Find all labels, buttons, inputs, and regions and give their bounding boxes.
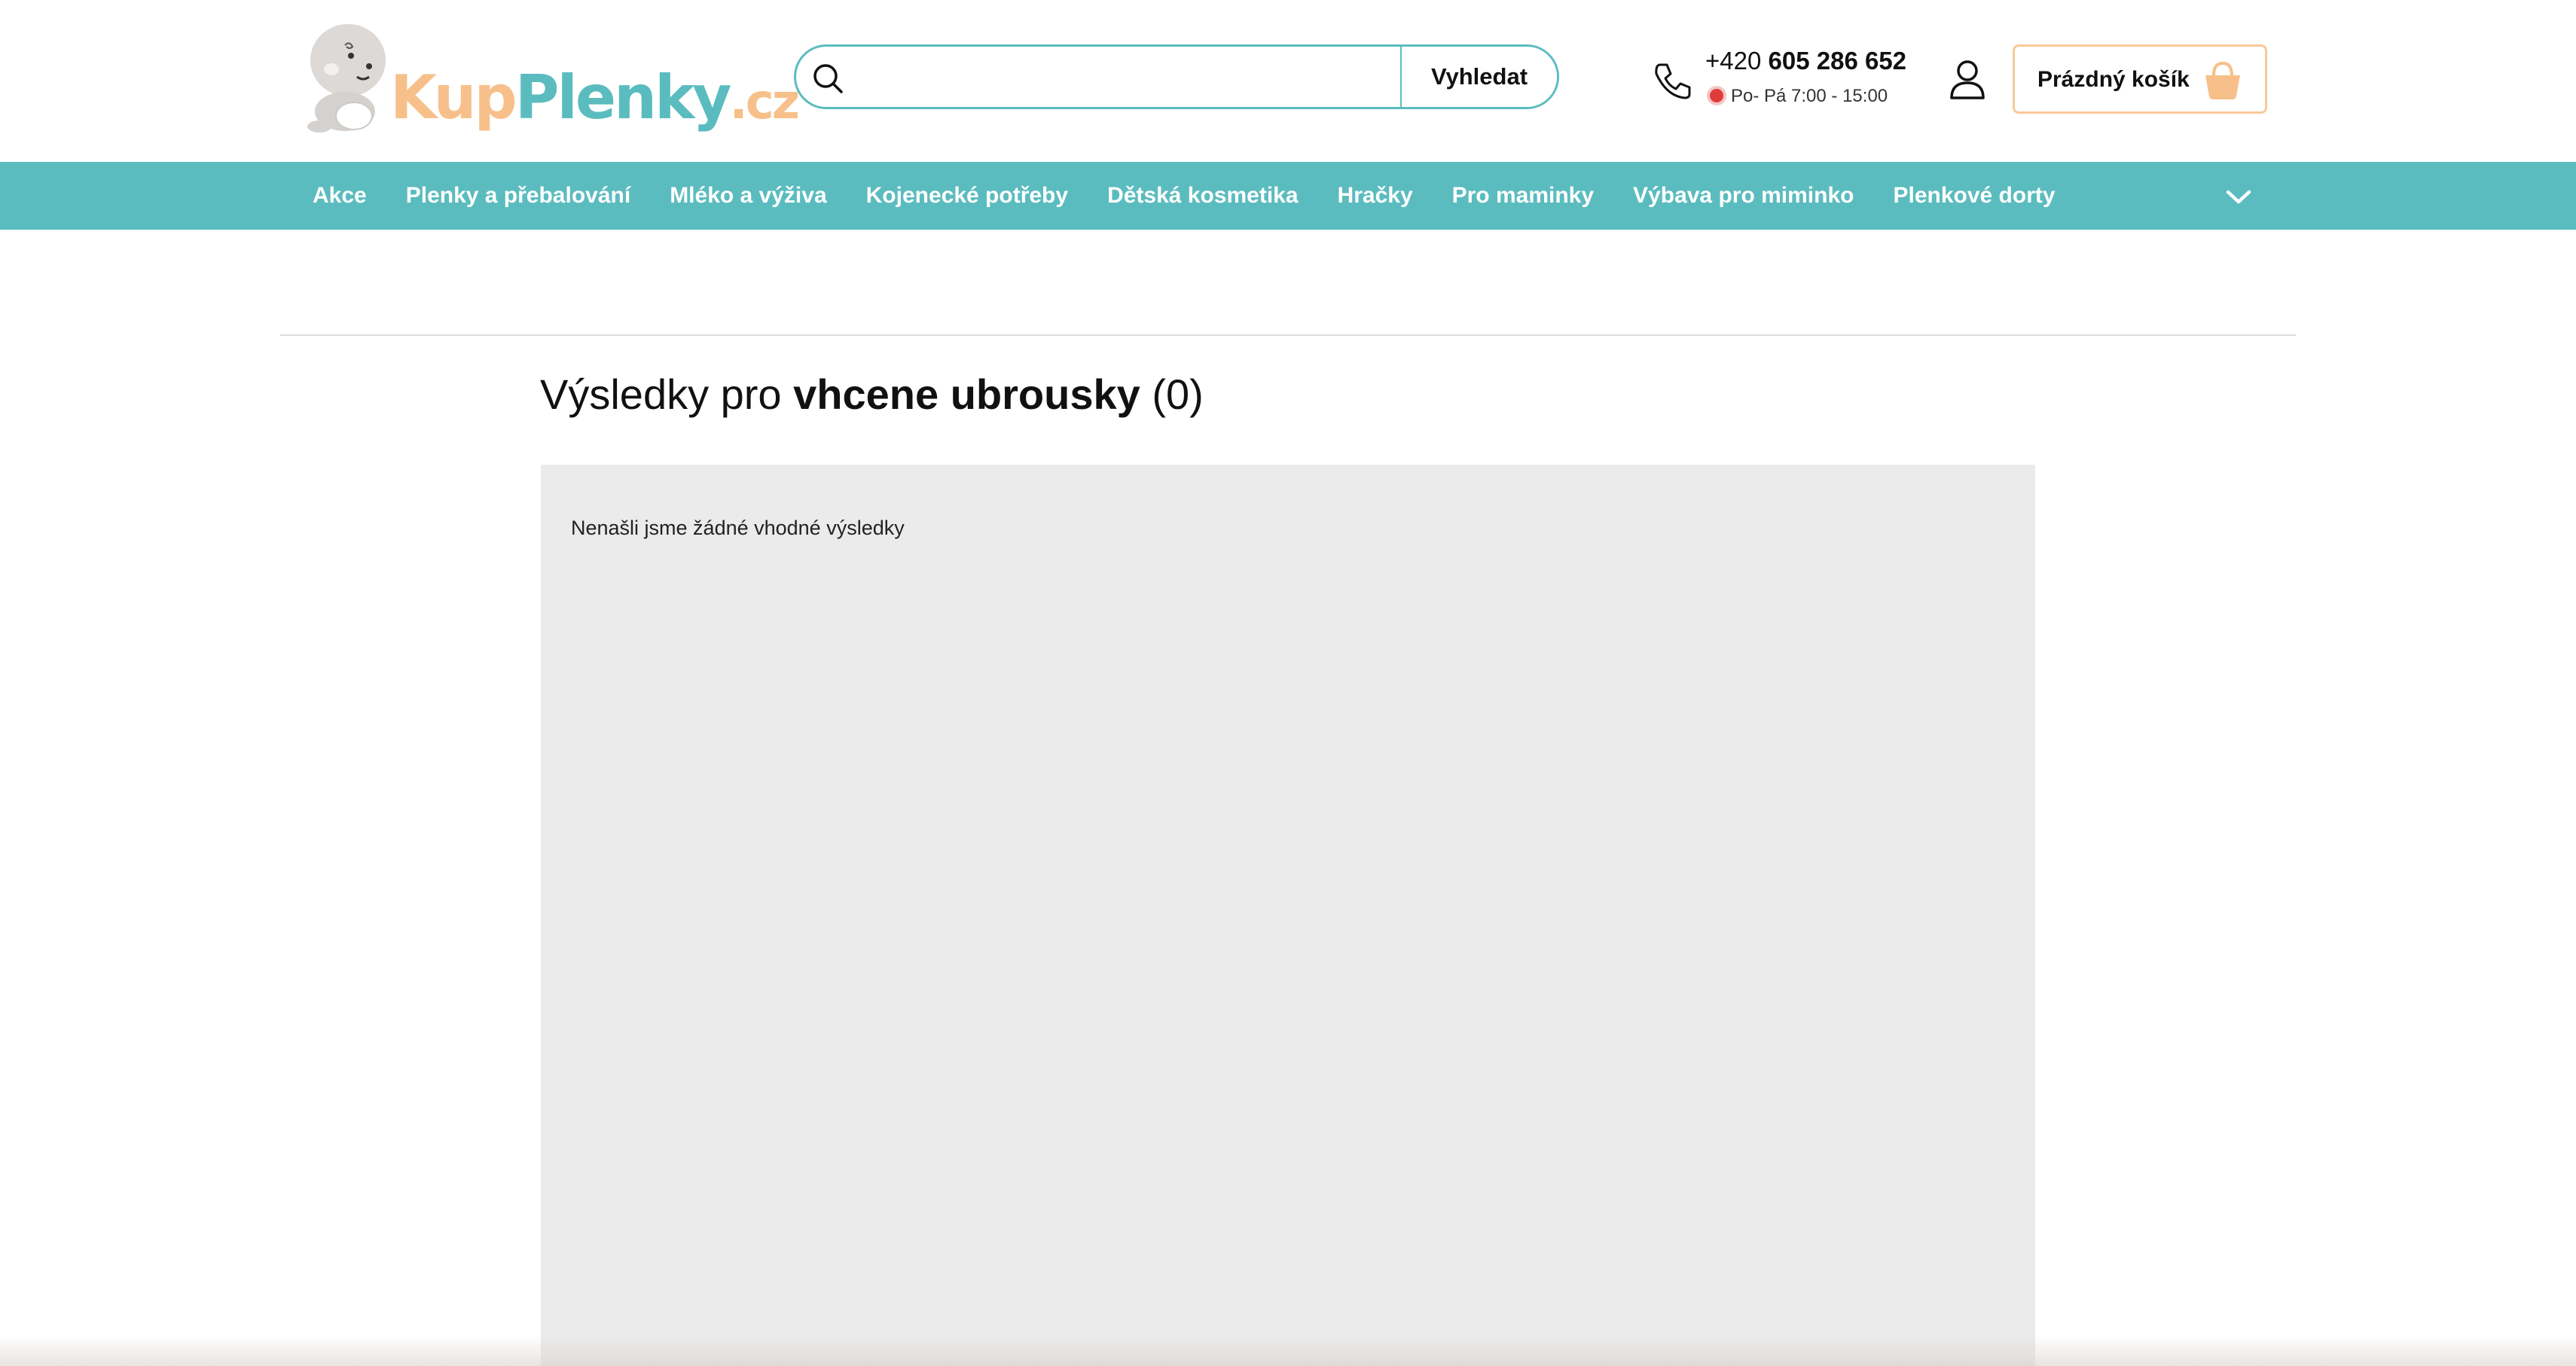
logo-plenky-text: Plenky bbox=[514, 63, 732, 133]
results-count: (0) bbox=[1152, 370, 1204, 418]
search-button[interactable]: Vyhledat bbox=[1400, 47, 1557, 107]
nav-item-plenky-a-prebalovani[interactable]: Plenky a přebalování bbox=[406, 183, 630, 209]
status-indicator bbox=[1710, 88, 1723, 102]
search-form: Vyhledat bbox=[794, 44, 1559, 109]
search-icon bbox=[813, 64, 843, 93]
phone-number[interactable]: +420 605 286 652 bbox=[1705, 48, 1906, 73]
nav-item-akce[interactable]: Akce bbox=[313, 183, 367, 209]
phone-digits: 605 286 652 bbox=[1768, 47, 1907, 75]
nav-item-kojenecke-potreby[interactable]: Kojenecké potřeby bbox=[866, 183, 1068, 209]
content-divider bbox=[280, 334, 2296, 336]
nav-item-pro-maminky[interactable]: Pro maminky bbox=[1452, 183, 1594, 209]
phone-icon bbox=[1655, 63, 1691, 99]
opening-hours-text: Po- Pá 7:00 - 15:00 bbox=[1731, 86, 1888, 106]
shopping-basket-icon bbox=[2205, 61, 2240, 99]
nav-item-plenkove-dorty[interactable]: Plenkové dorty bbox=[1893, 183, 2055, 209]
cart-label: Prázdný košík bbox=[2037, 67, 2190, 92]
bottom-edge-shadow bbox=[0, 1336, 2576, 1366]
baby-logo-icon bbox=[307, 24, 386, 133]
nav-item-mleko-a-vyziva[interactable]: Mléko a výživa bbox=[670, 183, 826, 209]
logo-wordmark: KupPlenky.cz bbox=[390, 68, 800, 130]
nav-item-hracky[interactable]: Hračky bbox=[1338, 183, 1413, 209]
no-results-message: Nenašli jsme žádné vhodné výsledky bbox=[571, 517, 905, 539]
user-icon[interactable] bbox=[1946, 57, 1988, 102]
cart-button[interactable]: Prázdný košík bbox=[2013, 44, 2267, 114]
site-header: KupPlenky.cz Vyhledat +420 605 286 652 P… bbox=[0, 0, 2576, 162]
nav-item-vybava-pro-miminko[interactable]: Výbava pro miminko bbox=[1633, 183, 1854, 209]
search-results-panel: Nenašli jsme žádné vhodné výsledky bbox=[541, 465, 2035, 1366]
logo-cz-text: .cz bbox=[729, 75, 799, 130]
search-results-heading: Výsledky pro vhcene ubrousky (0) bbox=[540, 367, 1204, 422]
nav-item-detska-kosmetika[interactable]: Dětská kosmetika bbox=[1107, 183, 1298, 209]
phone-prefix: +420 bbox=[1705, 47, 1762, 75]
chevron-down-icon[interactable] bbox=[2222, 180, 2255, 213]
results-query: vhcene ubrousky bbox=[793, 370, 1140, 418]
site-logo[interactable]: KupPlenky.cz bbox=[301, 15, 800, 136]
category-nav: Akce Plenky a přebalování Mléko a výživa… bbox=[0, 162, 2576, 230]
opening-hours: Po- Pá 7:00 - 15:00 bbox=[1710, 84, 1888, 108]
category-nav-list: Akce Plenky a přebalování Mléko a výživa… bbox=[313, 162, 2056, 230]
logo-kup-text: Kup bbox=[390, 63, 517, 133]
search-input[interactable] bbox=[861, 53, 1444, 102]
results-prefix: Výsledky pro bbox=[540, 370, 782, 418]
